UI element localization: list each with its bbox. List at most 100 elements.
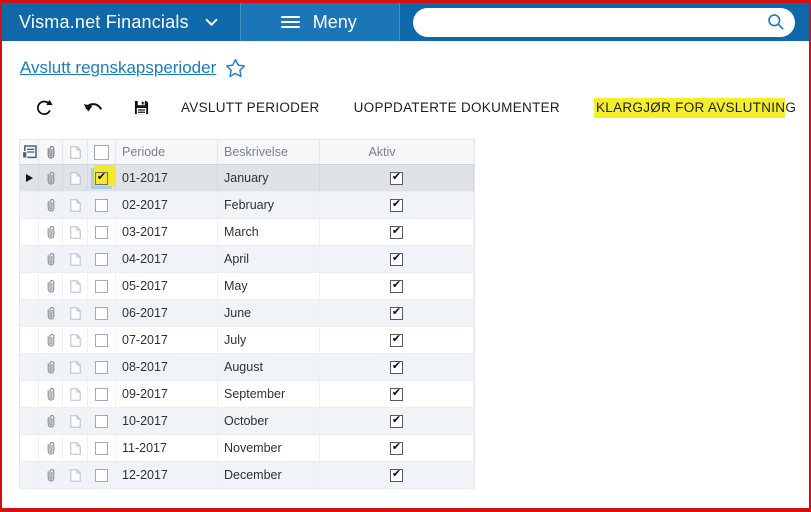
table-row[interactable]: 11-2017 November — [20, 435, 474, 462]
beskrivelse-cell[interactable]: July — [218, 327, 320, 353]
row-attachment-cell[interactable] — [39, 300, 63, 326]
table-row[interactable]: 04-2017 April — [20, 246, 474, 273]
row-select-cell[interactable] — [88, 462, 116, 488]
beskrivelse-cell[interactable]: December — [218, 462, 320, 488]
table-row[interactable]: 06-2017 June — [20, 300, 474, 327]
avslutt-perioder-button[interactable]: AVSLUTT PERIODER — [179, 98, 322, 117]
aktiv-checkbox[interactable] — [390, 279, 403, 293]
beskrivelse-cell[interactable]: October — [218, 408, 320, 434]
row-attachment-cell[interactable] — [39, 219, 63, 245]
row-select-checkbox[interactable] — [95, 360, 108, 374]
row-attachment-cell[interactable] — [39, 273, 63, 299]
row-note-cell[interactable] — [63, 165, 88, 191]
row-select-cell[interactable] — [88, 300, 116, 326]
search-icon[interactable] — [767, 13, 785, 31]
aktiv-checkbox[interactable] — [390, 468, 403, 482]
klargjor-for-avslutning-button[interactable]: KLARGJØR FOR AVSLUTNING — [592, 98, 798, 118]
row-select-cell[interactable] — [88, 408, 116, 434]
row-select-cell[interactable] — [88, 246, 116, 272]
row-select-checkbox[interactable] — [95, 333, 108, 347]
beskrivelse-cell[interactable]: February — [218, 192, 320, 218]
row-select-cell[interactable] — [88, 192, 116, 218]
row-note-cell[interactable] — [63, 246, 88, 272]
row-select-checkbox[interactable] — [95, 441, 108, 455]
row-select-checkbox[interactable] — [95, 225, 108, 239]
row-attachment-cell[interactable] — [39, 462, 63, 488]
row-note-cell[interactable] — [63, 300, 88, 326]
periode-cell[interactable]: 11-2017 — [116, 435, 218, 461]
aktiv-checkbox[interactable] — [390, 306, 403, 320]
periode-cell[interactable]: 05-2017 — [116, 273, 218, 299]
grid-settings-header-cell[interactable] — [20, 140, 39, 164]
table-row[interactable]: 09-2017 September — [20, 381, 474, 408]
beskrivelse-column-header[interactable]: Beskrivelse — [218, 140, 320, 164]
row-select-cell[interactable] — [88, 327, 116, 353]
save-button[interactable] — [134, 100, 149, 115]
row-select-checkbox[interactable] — [95, 171, 108, 185]
beskrivelse-cell[interactable]: September — [218, 381, 320, 407]
row-attachment-cell[interactable] — [39, 408, 63, 434]
table-row[interactable]: 12-2017 December — [20, 462, 474, 489]
periode-cell[interactable]: 12-2017 — [116, 462, 218, 488]
row-attachment-cell[interactable] — [39, 165, 63, 191]
row-select-checkbox[interactable] — [95, 198, 108, 212]
table-row[interactable]: 02-2017 February — [20, 192, 474, 219]
favorite-star-icon[interactable] — [225, 58, 246, 78]
beskrivelse-cell[interactable]: August — [218, 354, 320, 380]
beskrivelse-cell[interactable]: June — [218, 300, 320, 326]
row-note-cell[interactable] — [63, 273, 88, 299]
beskrivelse-cell[interactable]: April — [218, 246, 320, 272]
row-note-cell[interactable] — [63, 462, 88, 488]
aktiv-checkbox[interactable] — [390, 171, 403, 185]
uoppdaterte-dokumenter-button[interactable]: UOPPDATERTE DOKUMENTER — [352, 98, 562, 117]
table-row[interactable]: 03-2017 March — [20, 219, 474, 246]
row-select-checkbox[interactable] — [95, 252, 108, 266]
table-row[interactable]: 10-2017 October — [20, 408, 474, 435]
periode-cell[interactable]: 09-2017 — [116, 381, 218, 407]
app-switcher[interactable]: Visma.net Financials — [2, 3, 240, 41]
row-select-checkbox[interactable] — [95, 387, 108, 401]
row-note-cell[interactable] — [63, 354, 88, 380]
row-note-cell[interactable] — [63, 192, 88, 218]
periode-cell[interactable]: 01-2017 — [116, 165, 218, 191]
beskrivelse-cell[interactable]: November — [218, 435, 320, 461]
select-all-checkbox[interactable] — [94, 144, 109, 160]
row-note-cell[interactable] — [63, 327, 88, 353]
aktiv-checkbox[interactable] — [390, 414, 403, 428]
aktiv-checkbox[interactable] — [390, 387, 403, 401]
row-note-cell[interactable] — [63, 219, 88, 245]
row-note-cell[interactable] — [63, 408, 88, 434]
aktiv-checkbox[interactable] — [390, 333, 403, 347]
periode-cell[interactable]: 06-2017 — [116, 300, 218, 326]
row-select-cell[interactable] — [88, 435, 116, 461]
row-attachment-cell[interactable] — [39, 435, 63, 461]
periode-column-header[interactable]: Periode — [116, 140, 218, 164]
select-all-header-cell[interactable] — [88, 140, 116, 164]
aktiv-checkbox[interactable] — [390, 252, 403, 266]
table-row[interactable]: 07-2017 July — [20, 327, 474, 354]
row-attachment-cell[interactable] — [39, 246, 63, 272]
row-attachment-cell[interactable] — [39, 192, 63, 218]
search-box[interactable] — [412, 7, 795, 37]
periode-cell[interactable]: 08-2017 — [116, 354, 218, 380]
beskrivelse-cell[interactable]: May — [218, 273, 320, 299]
row-select-checkbox[interactable] — [95, 279, 108, 293]
row-note-cell[interactable] — [63, 381, 88, 407]
page-title-link[interactable]: Avslutt regnskapsperioder — [20, 58, 216, 78]
row-select-cell[interactable] — [88, 273, 116, 299]
periode-cell[interactable]: 03-2017 — [116, 219, 218, 245]
row-select-checkbox[interactable] — [95, 306, 108, 320]
periode-cell[interactable]: 04-2017 — [116, 246, 218, 272]
aktiv-checkbox[interactable] — [390, 198, 403, 212]
aktiv-checkbox[interactable] — [390, 360, 403, 374]
aktiv-checkbox[interactable] — [390, 225, 403, 239]
row-select-checkbox[interactable] — [95, 414, 108, 428]
beskrivelse-cell[interactable]: March — [218, 219, 320, 245]
beskrivelse-cell[interactable]: January — [218, 165, 320, 191]
row-attachment-cell[interactable] — [39, 354, 63, 380]
table-row[interactable]: 01-2017 January — [20, 165, 474, 192]
periode-cell[interactable]: 10-2017 — [116, 408, 218, 434]
table-row[interactable]: 05-2017 May — [20, 273, 474, 300]
row-attachment-cell[interactable] — [39, 381, 63, 407]
undo-button[interactable] — [83, 100, 104, 115]
